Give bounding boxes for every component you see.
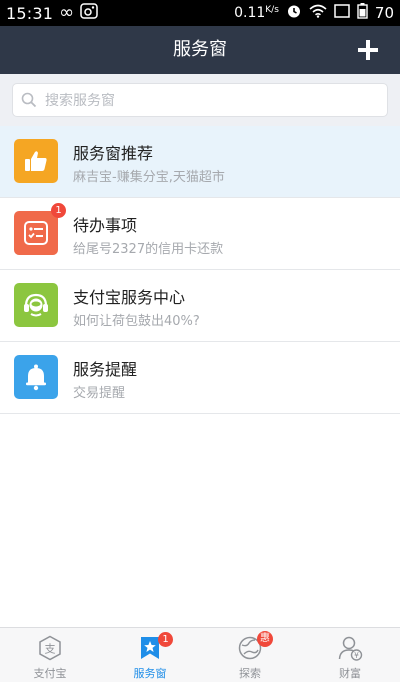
svg-text:¥: ¥	[354, 651, 359, 660]
headset-icon	[14, 283, 58, 327]
search-input[interactable]: 搜索服务窗	[12, 83, 388, 117]
plus-icon	[358, 40, 378, 60]
tab-service-window[interactable]: 1 服务窗	[100, 628, 200, 682]
list-item-title: 服务窗推荐	[73, 144, 154, 163]
list-item-title: 待办事项	[73, 216, 138, 235]
list-item-recommend[interactable]: 服务窗推荐 麻吉宝-赚集分宝,天猫超市	[0, 126, 400, 198]
bell-icon	[14, 355, 58, 399]
tab-bar: 支 支付宝 1 服务窗 惠 探索 ¥ 财富	[0, 627, 400, 682]
service-list: 服务窗推荐 麻吉宝-赚集分宝,天猫超市 1 待办事项 给尾号2327的信用卡还款	[0, 126, 400, 414]
search-icon	[21, 92, 37, 108]
weibo-icon	[80, 3, 98, 23]
list-item-title: 支付宝服务中心	[73, 288, 186, 307]
battery-icon	[357, 3, 368, 23]
list-item-service-center[interactable]: 支付宝服务中心 如何让荷包鼓出40%?	[0, 270, 400, 342]
thumbs-up-icon	[14, 139, 58, 183]
tab-alipay[interactable]: 支 支付宝	[0, 628, 100, 682]
infinity-icon: ∞	[59, 2, 75, 23]
search-placeholder: 搜索服务窗	[45, 93, 115, 109]
svg-text:支: 支	[45, 643, 56, 656]
status-time: 15:31	[6, 3, 54, 23]
add-button[interactable]	[352, 34, 384, 66]
list-item-reminder[interactable]: 服务提醒 交易提醒	[0, 342, 400, 414]
alarm-icon	[286, 3, 302, 23]
todo-badge: 1	[51, 203, 66, 218]
wealth-icon: ¥	[336, 634, 364, 662]
wifi-icon	[309, 4, 327, 22]
status-bar: 15:31 ∞ 0.11K/s 70	[0, 0, 400, 26]
title-bar: 服务窗	[0, 26, 400, 74]
list-item-subtitle: 给尾号2327的信用卡还款	[73, 242, 224, 257]
network-speed: 0.11K/s	[234, 5, 279, 21]
tab-badge: 惠	[257, 631, 273, 647]
tab-label: 支付宝	[33, 667, 67, 680]
list-item-subtitle: 如何让荷包鼓出40%?	[73, 314, 200, 329]
screen: 15:31 ∞ 0.11K/s 70 服务窗 搜索服务窗 服务窗推荐 麻吉宝-赚…	[0, 0, 400, 682]
page-title: 服务窗	[173, 39, 227, 60]
search-area: 搜索服务窗	[0, 74, 400, 126]
list-item-title: 服务提醒	[73, 360, 138, 379]
tab-label: 探索	[239, 667, 261, 680]
list-item-subtitle: 麻吉宝-赚集分宝,天猫超市	[73, 170, 225, 185]
tab-label: 服务窗	[133, 667, 167, 680]
list-item-todo[interactable]: 1 待办事项 给尾号2327的信用卡还款	[0, 198, 400, 270]
tab-label: 财富	[339, 667, 361, 680]
checklist-icon	[14, 211, 58, 255]
signal-icon	[334, 4, 350, 22]
alipay-icon: 支	[36, 634, 64, 662]
tab-badge: 1	[158, 632, 173, 647]
tab-wealth[interactable]: ¥ 财富	[300, 628, 400, 682]
battery-level: 70	[374, 4, 394, 22]
tab-explore[interactable]: 惠 探索	[200, 628, 300, 682]
list-item-subtitle: 交易提醒	[73, 386, 126, 401]
